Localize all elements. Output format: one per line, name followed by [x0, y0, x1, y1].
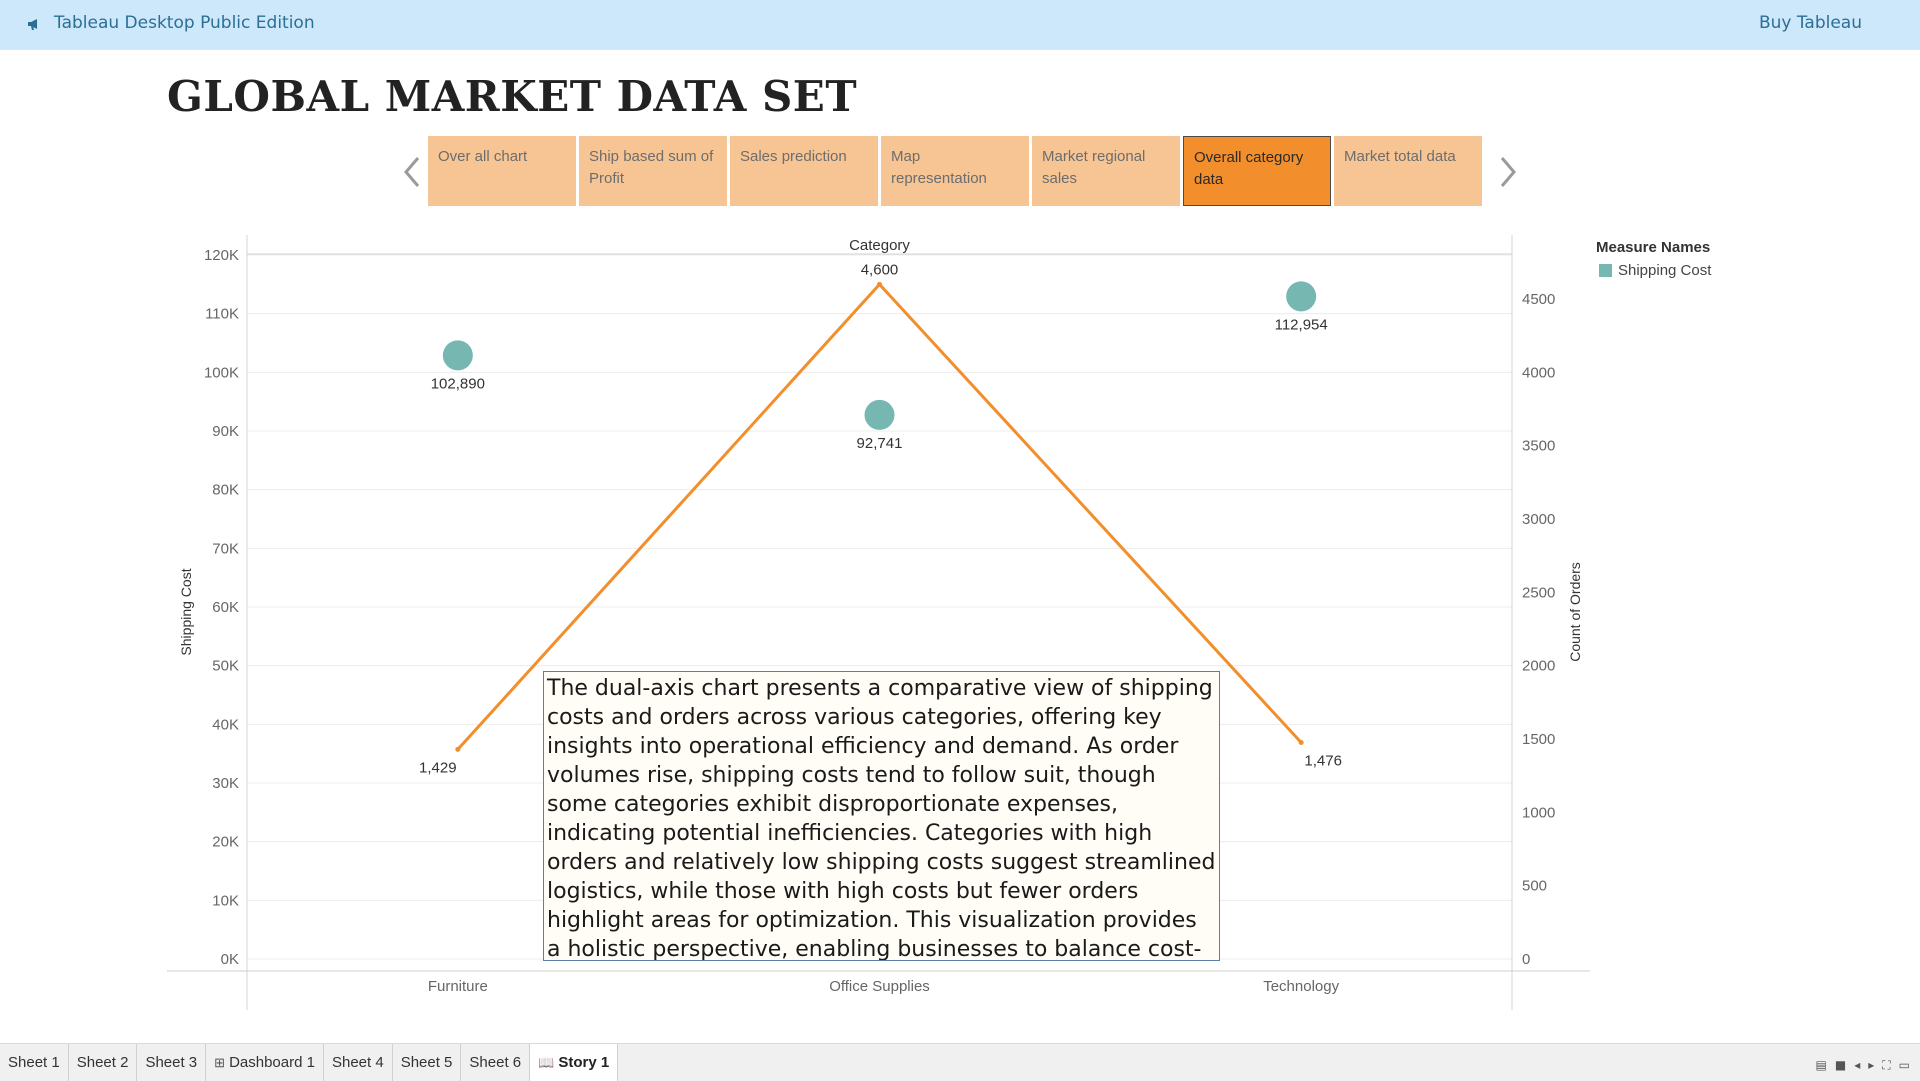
right-axis-tick-label: 2500: [1522, 584, 1555, 601]
left-axis-tick-label: 30K: [212, 775, 239, 792]
tab-sheet-3[interactable]: Sheet 3: [137, 1044, 207, 1081]
left-axis-tick-label: 120K: [204, 247, 239, 264]
tab-label: Dashboard 1: [229, 1054, 315, 1071]
left-axis-tick-label: 110K: [205, 306, 239, 323]
left-axis-tick-label: 20K: [212, 834, 239, 851]
right-axis-tick-label: 2000: [1522, 658, 1555, 675]
tab-sheet-5[interactable]: Sheet 5: [393, 1044, 462, 1081]
left-axis-tick-label: 70K: [212, 540, 239, 557]
legend-label: Shipping Cost: [1618, 262, 1712, 279]
shipping-cost-data-label: 102,890: [431, 375, 485, 392]
left-axis-tick-label: 80K: [212, 482, 239, 499]
orders-point: [1298, 740, 1304, 746]
right-axis-tick-label: 500: [1522, 878, 1547, 895]
left-axis-tick-label: 0K: [221, 951, 239, 968]
right-axis-tick-label: 3000: [1522, 511, 1555, 528]
shipping-cost-point: [864, 399, 895, 430]
shipping-cost-point: [442, 340, 473, 371]
fullscreen-icon[interactable]: ⛶: [1882, 1058, 1890, 1073]
category-label: Technology: [1263, 978, 1339, 995]
story-icon: 📖: [538, 1054, 555, 1070]
orders-point: [877, 281, 882, 287]
right-axis-tick-label: 3500: [1522, 438, 1555, 455]
legend-title: Measure Names: [1596, 239, 1711, 256]
status-icons: ▤ ■ ◂ ▸ ⛶ ▭: [1816, 1058, 1911, 1073]
orders-data-label: 4,600: [861, 261, 899, 278]
column-header: Category: [849, 237, 910, 254]
left-axis-tick-label: 50K: [212, 658, 239, 675]
left-axis-tick-label: 90K: [212, 423, 239, 440]
shipping-cost-data-label: 92,741: [857, 435, 903, 452]
tab-label: Story 1: [558, 1054, 610, 1071]
right-axis-tick-label: 0: [1522, 951, 1530, 968]
tab-label: Sheet 4: [331, 1054, 384, 1071]
dashboard-icon: ⊞: [214, 1054, 226, 1070]
shipping-cost-point: [1286, 281, 1317, 312]
orders-point: [455, 746, 461, 752]
next-sheet-icon[interactable]: ▸: [1868, 1058, 1874, 1073]
tab-label: Sheet 2: [76, 1054, 129, 1071]
sheet-tab-bar: Sheet 1 Sheet 2 Sheet 3 ⊞ Dashboard 1 Sheet 4…: [0, 1043, 1920, 1081]
tab-story-1[interactable]: 📖 Story 1: [530, 1044, 619, 1081]
legend-swatch: [1599, 264, 1612, 277]
left-axis-tick-label: 60K: [212, 599, 239, 616]
category-label: Office Supplies: [829, 978, 930, 995]
previous-sheet-icon[interactable]: ◂: [1854, 1058, 1860, 1073]
grid-view-icon[interactable]: ▤: [1816, 1058, 1827, 1073]
left-axis-tick-label: 100K: [204, 364, 239, 381]
right-axis-tick-label: 1000: [1522, 804, 1555, 821]
story-annotation[interactable]: The dual-axis chart presents a comparati…: [543, 671, 1220, 961]
tab-sheet-4[interactable]: Sheet 4: [324, 1044, 393, 1081]
tab-label: Sheet 5: [400, 1054, 453, 1071]
left-axis-tick-label: 40K: [212, 716, 239, 733]
right-axis-title: Count of Orders: [1567, 562, 1583, 662]
tab-sheet-6[interactable]: Sheet 6: [461, 1044, 531, 1081]
tab-label: Sheet 3: [145, 1054, 198, 1071]
legend-item-shipping-cost[interactable]: Shipping Cost: [1599, 262, 1711, 279]
filmstrip-icon[interactable]: ■: [1835, 1058, 1846, 1073]
tab-sheet-2[interactable]: Sheet 2: [69, 1044, 138, 1081]
right-axis-tick-label: 1500: [1522, 731, 1555, 748]
right-axis-tick-label: 4000: [1522, 364, 1555, 381]
tab-sheet-1[interactable]: Sheet 1: [0, 1044, 69, 1081]
left-axis-tick-label: 10K: [212, 892, 239, 909]
presentation-icon[interactable]: ▭: [1899, 1058, 1910, 1073]
tab-label: Sheet 1: [8, 1054, 60, 1071]
shipping-cost-data-label: 112,954: [1275, 316, 1328, 333]
tab-label: Sheet 6: [469, 1054, 522, 1071]
right-axis-tick-label: 4500: [1522, 291, 1555, 308]
tab-dashboard-1[interactable]: ⊞ Dashboard 1: [206, 1044, 324, 1081]
orders-data-label: 1,429: [419, 759, 457, 776]
category-label: Furniture: [428, 978, 488, 995]
orders-data-label: 1,476: [1304, 753, 1342, 770]
left-axis-title: Shipping Cost: [178, 568, 194, 655]
